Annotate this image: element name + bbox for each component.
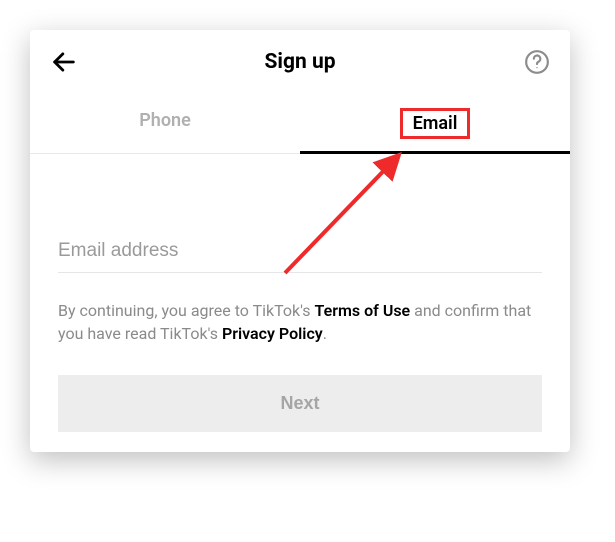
header: Sign up: [30, 30, 570, 94]
privacy-link[interactable]: Privacy Policy: [222, 324, 323, 343]
arrow-left-icon: [50, 48, 78, 76]
legal-suffix: .: [323, 324, 327, 343]
next-button[interactable]: Next: [58, 375, 542, 432]
help-button[interactable]: [524, 49, 550, 75]
page-title: Sign up: [264, 50, 335, 74]
tab-email-label: Email: [400, 108, 471, 139]
email-input-row: [58, 240, 542, 273]
legal-text: By continuing, you agree to TikTok's Ter…: [58, 299, 542, 345]
signup-card: Sign up Phone Email: [30, 30, 570, 452]
legal-prefix: By continuing, you agree to TikTok's: [58, 301, 315, 320]
tabs: Phone Email: [30, 94, 570, 154]
back-button[interactable]: [50, 48, 78, 76]
terms-link[interactable]: Terms of Use: [315, 301, 411, 320]
email-field[interactable]: [58, 240, 542, 262]
tab-email[interactable]: Email: [300, 94, 570, 153]
help-icon: [524, 49, 550, 75]
tab-phone-label: Phone: [129, 108, 201, 133]
content: By continuing, you agree to TikTok's Ter…: [30, 154, 570, 432]
tab-phone[interactable]: Phone: [30, 94, 300, 153]
